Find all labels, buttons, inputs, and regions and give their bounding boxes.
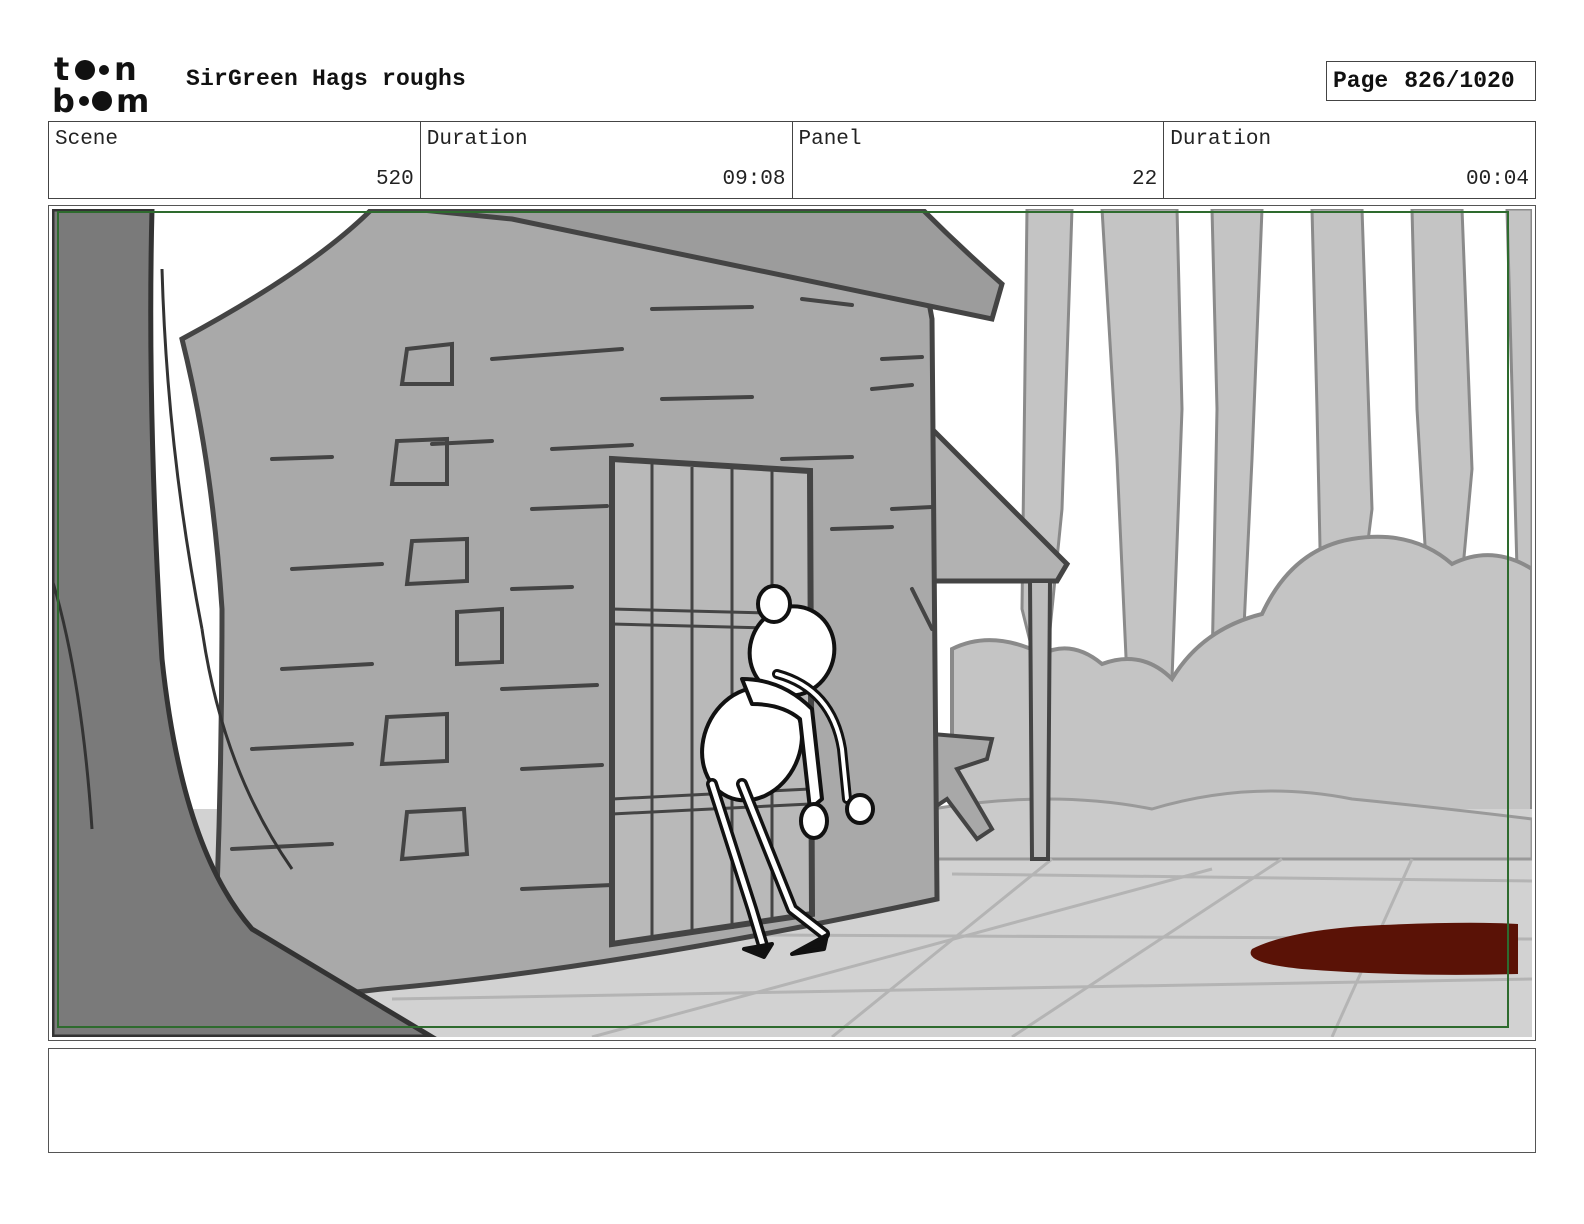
scene-value: 520 [375, 168, 414, 191]
project-title: SirGreen Hags roughs [186, 66, 467, 92]
panel-notes-box [48, 1048, 1536, 1153]
scene-duration-label: Duration [426, 128, 528, 151]
scene-duration-value: 09:08 [722, 168, 786, 191]
scene-info-bar: Scene 520 Duration 09:08 Panel 22 Durati… [48, 121, 1536, 199]
page-number: 826/1020 [1404, 68, 1515, 94]
page-label: Page [1333, 68, 1389, 94]
scene-label: Scene [55, 128, 119, 151]
panel-value: 22 [1132, 168, 1158, 191]
toon-boom-logo: t n b m [52, 50, 164, 114]
porch-post [1027, 579, 1053, 861]
svg-text:m: m [116, 82, 149, 114]
panel-duration-label: Duration [1170, 128, 1272, 151]
scene-duration-cell: Duration 09:08 [421, 122, 793, 198]
page-indicator: Page 826/1020 [1326, 61, 1536, 101]
panel-duration-cell: Duration 00:04 [1164, 122, 1535, 198]
scene-cell: Scene 520 [49, 122, 421, 198]
svg-text:b: b [52, 82, 75, 114]
storyboard-panel [48, 205, 1536, 1041]
panel-artwork [52, 209, 1532, 1037]
panel-label: Panel [798, 128, 862, 151]
toon-boom-logo-icon: t n b m [52, 50, 149, 114]
panel-duration-value: 00:04 [1465, 168, 1529, 191]
panel-cell: Panel 22 [793, 122, 1165, 198]
